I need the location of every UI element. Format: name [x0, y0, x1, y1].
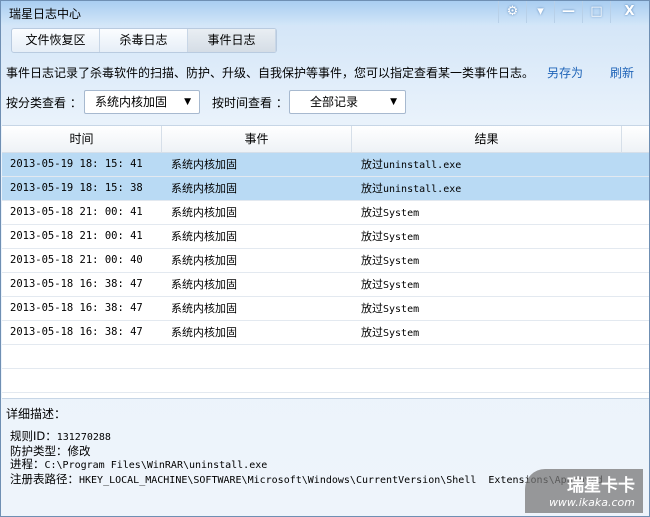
- cell-time: 2013-05-18 21: 00: 40: [10, 254, 143, 266]
- category-select-value: 系统内核加固: [95, 95, 168, 109]
- category-select[interactable]: 系统内核加固 ▼: [84, 90, 200, 114]
- chevron-down-icon: ▼: [390, 97, 397, 107]
- tab-virus-log[interactable]: 杀毒日志: [100, 29, 188, 52]
- cell-result: 放过System: [361, 230, 420, 243]
- cell-event: 系统内核加固: [171, 206, 237, 219]
- table-row[interactable]: 2013-05-18 16: 38: 47 系统内核加固 放过System: [2, 273, 649, 297]
- refresh-link[interactable]: 刷新: [610, 64, 634, 81]
- table-row[interactable]: 2013-05-18 16: 38: 47 系统内核加固 放过System: [2, 321, 649, 345]
- cell-result: 放过uninstall.exe: [361, 158, 462, 171]
- cell-result: 放过System: [361, 326, 420, 339]
- description-text: 事件日志记录了杀毒软件的扫描、防护、升级、自我保护等事件，您可以指定查看某一类事…: [6, 66, 535, 80]
- detail-protection-type: 防护类型：修改: [10, 443, 91, 458]
- save-as-link[interactable]: 另存为: [547, 64, 583, 81]
- gear-icon[interactable]: ⚙: [498, 1, 526, 23]
- minimize-button[interactable]: —: [554, 1, 582, 23]
- cell-time: 2013-05-18 16: 38: 47: [10, 326, 143, 338]
- tab-bar: 文件恢复区 杀毒日志 事件日志: [11, 28, 277, 53]
- cell-event: 系统内核加固: [171, 254, 237, 267]
- cell-event: 系统内核加固: [171, 158, 237, 171]
- detail-rule-id: 规则ID：131270288: [10, 429, 111, 443]
- ikaka-watermark: 瑞星卡卡 www.ikaka.com: [525, 469, 643, 513]
- window-title: 瑞星日志中心: [9, 7, 82, 21]
- table-row[interactable]: 2013-05-19 18: 15: 38 系统内核加固 放过uninstall.e…: [2, 177, 649, 201]
- cell-result: 放过uninstall.exe: [361, 182, 462, 195]
- table-row[interactable]: 2013-05-18 21: 00: 41 系统内核加固 放过System: [2, 201, 649, 225]
- column-header-event[interactable]: 事件: [162, 126, 352, 152]
- time-filter-label: 按时间查看 ：: [212, 96, 288, 110]
- column-header-time[interactable]: 时间: [2, 126, 162, 152]
- chevron-down-icon: ▼: [184, 97, 191, 107]
- empty-row: [2, 345, 649, 369]
- cell-event: 系统内核加固: [171, 230, 237, 243]
- category-filter-label: 按分类查看 ：: [6, 96, 82, 110]
- title-bar: 瑞星日志中心 ⚙ ▾ — □ X: [1, 1, 649, 25]
- cell-time: 2013-05-18 21: 00: 41: [10, 230, 143, 242]
- cell-event: 系统内核加固: [171, 278, 237, 291]
- detail-title: 详细描述：: [6, 407, 67, 421]
- menu-dropdown-icon[interactable]: ▾: [526, 1, 554, 23]
- log-center-window: 瑞星日志中心 ⚙ ▾ — □ X 文件恢复区 杀毒日志 事件日志 事件日志记录了…: [0, 0, 650, 517]
- tab-file-recovery[interactable]: 文件恢复区: [12, 29, 100, 52]
- table-row[interactable]: 2013-05-19 18: 15: 41 系统内核加固 放过uninstall.e…: [2, 153, 649, 177]
- tab-event-log[interactable]: 事件日志: [188, 29, 276, 52]
- cell-time: 2013-05-18 16: 38: 47: [10, 278, 143, 290]
- event-table: 时间 事件 结果 2013-05-19 18: 15: 41 系统内核加固 放过un…: [2, 125, 649, 399]
- time-select[interactable]: 全部记录 ▼: [289, 90, 406, 114]
- cell-result: 放过System: [361, 254, 420, 267]
- cell-result: 放过System: [361, 206, 420, 219]
- detail-registry-path: 注册表路径：HKEY_LOCAL_MACHINE\SOFTWARE\Micros…: [10, 471, 603, 486]
- table-header: 时间 事件 结果: [2, 126, 649, 153]
- column-header-result[interactable]: 结果: [352, 126, 622, 152]
- cell-time: 2013-05-18 21: 00: 41: [10, 206, 143, 218]
- cell-time: 2013-05-19 18: 15: 41: [10, 158, 143, 170]
- table-row[interactable]: 2013-05-18 21: 00: 41 系统内核加固 放过System: [2, 225, 649, 249]
- cell-time: 2013-05-19 18: 15: 38: [10, 182, 143, 194]
- maximize-button[interactable]: □: [582, 1, 610, 23]
- cell-event: 系统内核加固: [171, 302, 237, 315]
- cell-event: 系统内核加固: [171, 182, 237, 195]
- cell-result: 放过System: [361, 302, 420, 315]
- cell-result: 放过System: [361, 278, 420, 291]
- detail-process: 进程：C:\Program Files\WinRAR\uninstall.exe: [10, 457, 268, 471]
- cell-time: 2013-05-18 16: 38: 47: [10, 302, 143, 314]
- detail-lines: 规则ID：131270288 防护类型：修改 进程：C:\Program Fil…: [10, 429, 603, 487]
- table-row[interactable]: 2013-05-18 16: 38: 47 系统内核加固 放过System: [2, 297, 649, 321]
- table-row[interactable]: 2013-05-18 21: 00: 40 系统内核加固 放过System: [2, 249, 649, 273]
- empty-row: [2, 369, 649, 393]
- time-select-value: 全部记录: [310, 95, 359, 109]
- cell-event: 系统内核加固: [171, 326, 237, 339]
- close-button[interactable]: X: [610, 1, 648, 23]
